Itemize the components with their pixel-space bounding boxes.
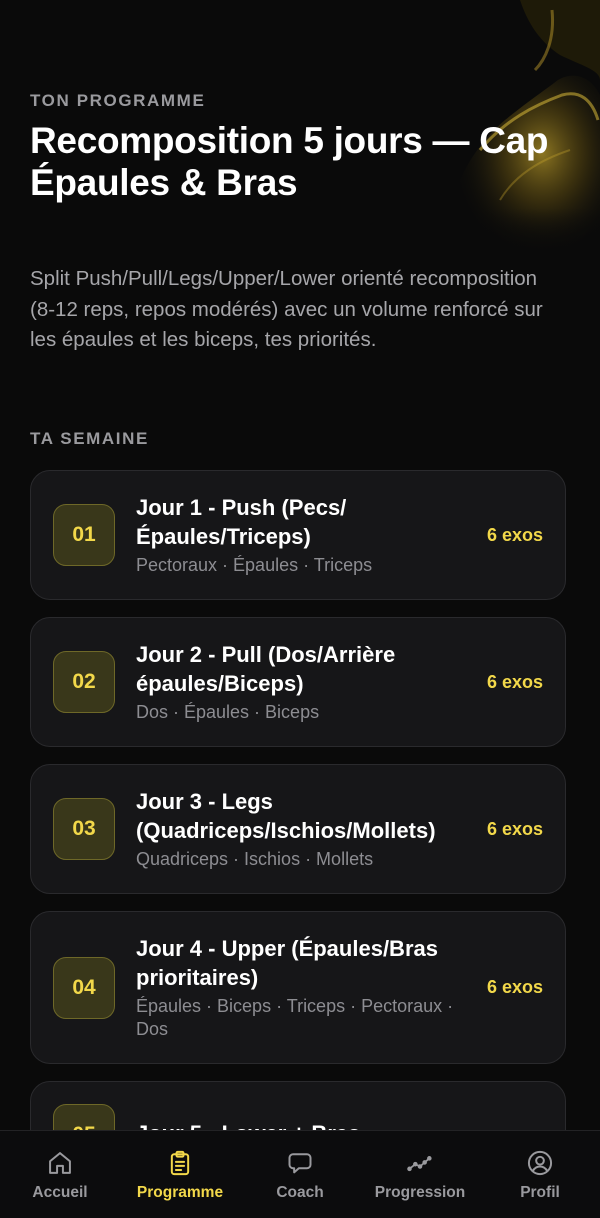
home-icon [49,1152,71,1174]
week-section-label: TA SEMAINE [30,429,149,448]
day-muscles: Pectoraux · Épaules · Triceps [136,555,373,575]
program-screen: TON PROGRAMME Recomposition 5 jours — Ca… [0,0,600,1130]
day-name: Jour 5 - Lower + Bras [136,1119,533,1130]
program-title: Recomposition 5 jours — Cap Épaules & Br… [30,120,549,203]
day-name: Jour 3 - Legs (Quadriceps/Ischios/Mollet… [136,789,436,843]
day-muscles: Épaules · Biceps · Triceps · Pectoraux ·… [136,996,454,1039]
day-card[interactable]: 01 Jour 1 - Push (Pecs/ Épaules/Triceps)… [30,470,566,600]
day-name: Jour 2 - Pull (Dos/Arrière épaules/Bicep… [136,642,396,696]
tab-accueil[interactable]: Accueil [0,1131,120,1218]
tab-profil[interactable]: Profil [480,1131,600,1218]
day-number-badge: 03 [53,798,115,860]
day-number-badge: 05 [53,1104,115,1130]
tab-programme[interactable]: Programme [120,1131,240,1218]
trend-icon [407,1156,432,1172]
day-number-badge: 04 [53,956,115,1019]
program-description: Split Push/Pull/Legs/Upper/Lower orienté… [30,267,543,351]
program-eyebrow: TON PROGRAMME [30,91,206,110]
day-card[interactable]: 02 Jour 2 - Pull (Dos/Arrière épaules/Bi… [30,617,566,747]
exercise-count: 6 exos [486,524,543,545]
day-list: 01 Jour 1 - Push (Pecs/ Épaules/Triceps)… [30,470,566,1130]
tab-label: Profil [520,1184,560,1201]
tab-label: Coach [276,1184,324,1201]
tab-label: Programme [136,1184,224,1201]
chat-icon [288,1153,312,1174]
day-muscles: Quadriceps · Ischios · Mollets [136,849,374,869]
exercise-count: 6 exos [486,818,543,839]
day-muscles: Dos · Épaules · Biceps [136,702,320,722]
exercise-count: 6 exos [486,671,543,692]
day-card[interactable]: 03 Jour 3 - Legs (Quadriceps/Ischios/Mol… [30,764,566,894]
day-number-badge: 01 [53,504,115,566]
day-name: Jour 4 - Upper (Épaules/Bras prioritaire… [136,936,438,990]
tab-progression[interactable]: Progression [360,1131,480,1218]
clipboard-icon [170,1150,190,1176]
bottom-tab-bar: Accueil Programme Coach Progression Prof… [0,1130,600,1218]
day-card[interactable]: 04 Jour 4 - Upper (Épaules/Bras priorita… [30,911,566,1064]
tab-coach[interactable]: Coach [240,1131,360,1218]
user-icon [527,1150,553,1176]
day-card[interactable]: 05 Jour 5 - Lower + Bras [30,1081,566,1130]
day-number-badge: 02 [53,651,115,713]
tab-label: Accueil [32,1184,88,1201]
exercise-count: 6 exos [486,977,543,997]
day-name: Jour 1 - Push (Pecs/ Épaules/Triceps) [136,495,347,549]
tab-label: Progression [374,1184,466,1201]
